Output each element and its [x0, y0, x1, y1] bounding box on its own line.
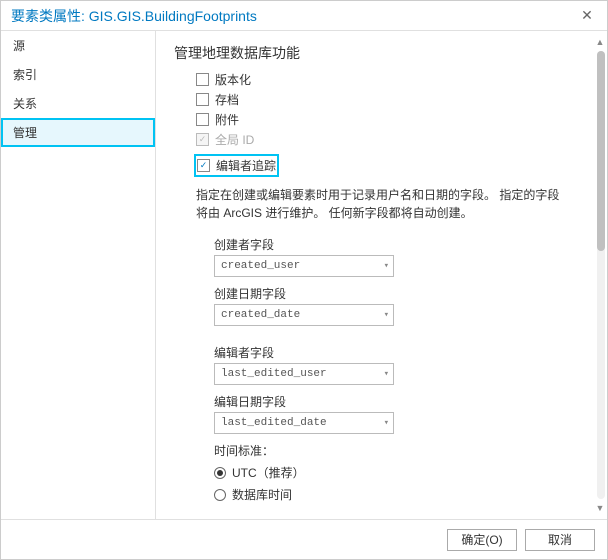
radio-label: 数据库时间: [232, 486, 292, 503]
time-standard-label: 时间标准：: [214, 442, 587, 459]
checkbox-row-versioning[interactable]: 版本化: [196, 71, 587, 88]
checkbox-icon: ✓: [197, 159, 210, 172]
time-standard-group: 时间标准： UTC（推荐） 数据库时间: [214, 442, 587, 503]
field-group-edited-date: 编辑日期字段 last_edited_date ▾: [214, 393, 587, 434]
select-value: created_user: [221, 260, 300, 272]
sidebar-item-label: 管理: [13, 126, 37, 140]
checkbox-label: 存档: [215, 91, 239, 108]
sidebar-item-label: 关系: [13, 97, 37, 111]
main-panel: ▲ ▼ 管理地理数据库功能 版本化 存档 附件 ✓ 全局 ID: [156, 31, 607, 519]
checkbox-label: 附件: [215, 111, 239, 128]
select-creator-field[interactable]: created_user ▾: [214, 255, 394, 277]
scrollbar[interactable]: [597, 51, 605, 499]
close-icon: ✕: [581, 7, 593, 24]
checkbox-icon: ✓: [196, 133, 209, 146]
checkbox-label: 版本化: [215, 71, 251, 88]
field-group-created-date: 创建日期字段 created_date ▾: [214, 285, 587, 326]
window-title: 要素类属性: GIS.GIS.BuildingFootprints: [11, 6, 257, 26]
radio-row-utc[interactable]: UTC（推荐）: [214, 464, 587, 481]
sidebar-item-label: 源: [13, 39, 25, 53]
select-value: last_edited_user: [221, 368, 327, 380]
footer: 确定(O) 取消: [1, 519, 607, 559]
sidebar-item-index[interactable]: 索引: [1, 60, 155, 89]
select-editor-field[interactable]: last_edited_user ▾: [214, 363, 394, 385]
sidebar-item-source[interactable]: 源: [1, 31, 155, 60]
select-edited-date-field[interactable]: last_edited_date ▾: [214, 412, 394, 434]
sidebar-item-relation[interactable]: 关系: [1, 89, 155, 118]
radio-icon: [214, 467, 226, 479]
button-label: 确定(O): [461, 531, 502, 548]
checkbox-label: 全局 ID: [215, 131, 254, 148]
checkbox-row-attachments[interactable]: 附件: [196, 111, 587, 128]
select-created-date-field[interactable]: created_date ▾: [214, 304, 394, 326]
chevron-down-icon: ▾: [384, 261, 389, 271]
checkbox-row-editor-tracking[interactable]: ✓ 编辑者追踪: [194, 154, 279, 177]
content-area: 源 索引 关系 管理 ▲ ▼ 管理地理数据库功能 版本化 存档 附件: [1, 31, 607, 519]
scroll-thumb[interactable]: [597, 51, 605, 251]
scroll-up-icon[interactable]: ▲: [595, 37, 605, 47]
chevron-down-icon: ▾: [384, 418, 389, 428]
checkbox-row-archiving[interactable]: 存档: [196, 91, 587, 108]
scroll-down-icon[interactable]: ▼: [595, 503, 605, 513]
cancel-button[interactable]: 取消: [525, 529, 595, 551]
sidebar: 源 索引 关系 管理: [1, 31, 156, 519]
radio-row-db-time[interactable]: 数据库时间: [214, 486, 587, 503]
editor-tracking-description: 指定在创建或编辑要素时用于记录用户名和日期的字段。 指定的字段将由 ArcGIS…: [196, 186, 565, 222]
field-label: 创建日期字段: [214, 285, 587, 302]
field-label: 编辑者字段: [214, 344, 587, 361]
radio-icon: [214, 489, 226, 501]
button-label: 取消: [548, 531, 572, 548]
checkbox-label: 编辑者追踪: [216, 157, 276, 174]
close-button[interactable]: ✕: [567, 1, 607, 31]
ok-button[interactable]: 确定(O): [447, 529, 517, 551]
field-group-editor: 编辑者字段 last_edited_user ▾: [214, 344, 587, 385]
field-group-creator: 创建者字段 created_user ▾: [214, 236, 587, 277]
field-label: 编辑日期字段: [214, 393, 587, 410]
select-value: last_edited_date: [221, 417, 327, 429]
checkbox-icon: [196, 113, 209, 126]
checkbox-icon: [196, 73, 209, 86]
chevron-down-icon: ▾: [384, 310, 389, 320]
checkbox-row-global-id[interactable]: ✓ 全局 ID: [196, 131, 587, 148]
section-title: 管理地理数据库功能: [174, 43, 587, 63]
sidebar-item-label: 索引: [13, 68, 37, 82]
chevron-down-icon: ▾: [384, 369, 389, 379]
sidebar-item-manage[interactable]: 管理: [1, 118, 155, 147]
titlebar: 要素类属性: GIS.GIS.BuildingFootprints ✕: [1, 1, 607, 31]
select-value: created_date: [221, 309, 300, 321]
field-label: 创建者字段: [214, 236, 587, 253]
radio-label: UTC（推荐）: [232, 464, 305, 481]
checkbox-icon: [196, 93, 209, 106]
